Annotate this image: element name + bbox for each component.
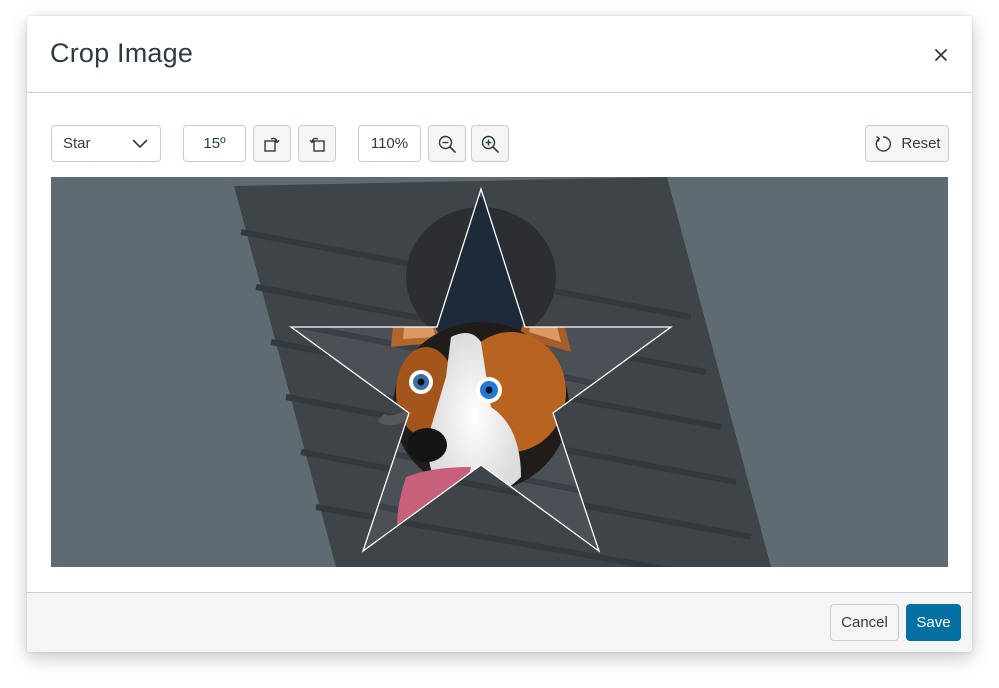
rotate-right-button[interactable] bbox=[253, 125, 291, 162]
dialog-header: Crop Image bbox=[27, 16, 972, 93]
zoom-in-button[interactable] bbox=[471, 125, 509, 162]
close-button[interactable] bbox=[930, 44, 952, 66]
zoom-value: 110% bbox=[370, 135, 409, 152]
save-label: Save bbox=[916, 614, 951, 631]
crop-canvas[interactable] bbox=[51, 177, 948, 567]
rotation-value: 15º bbox=[203, 135, 226, 152]
rotate-right-icon bbox=[264, 137, 280, 152]
zoom-out-icon bbox=[438, 135, 456, 153]
crop-image-dialog: Crop Image Star 15º 110% Reset Cancel Sa… bbox=[27, 16, 972, 652]
reset-button[interactable]: Reset bbox=[865, 125, 949, 162]
rotate-left-icon bbox=[309, 137, 325, 152]
reset-icon bbox=[876, 135, 892, 152]
zoom-out-button[interactable] bbox=[428, 125, 466, 162]
zoom-in-icon bbox=[481, 135, 499, 153]
crop-preview bbox=[234, 177, 771, 567]
shape-select-value: Star bbox=[63, 135, 91, 152]
rotation-input[interactable]: 15º bbox=[183, 125, 246, 162]
save-button[interactable]: Save bbox=[906, 604, 961, 641]
cancel-button[interactable]: Cancel bbox=[830, 604, 899, 641]
dialog-footer: Cancel Save bbox=[27, 592, 972, 652]
dialog-title: Crop Image bbox=[50, 38, 194, 68]
zoom-input[interactable]: 110% bbox=[358, 125, 421, 162]
close-icon bbox=[935, 49, 947, 61]
chevron-down-icon bbox=[132, 139, 148, 148]
reset-label: Reset bbox=[901, 135, 941, 152]
shape-select[interactable]: Star bbox=[51, 125, 161, 162]
cancel-label: Cancel bbox=[841, 614, 888, 631]
rotate-left-button[interactable] bbox=[298, 125, 336, 162]
